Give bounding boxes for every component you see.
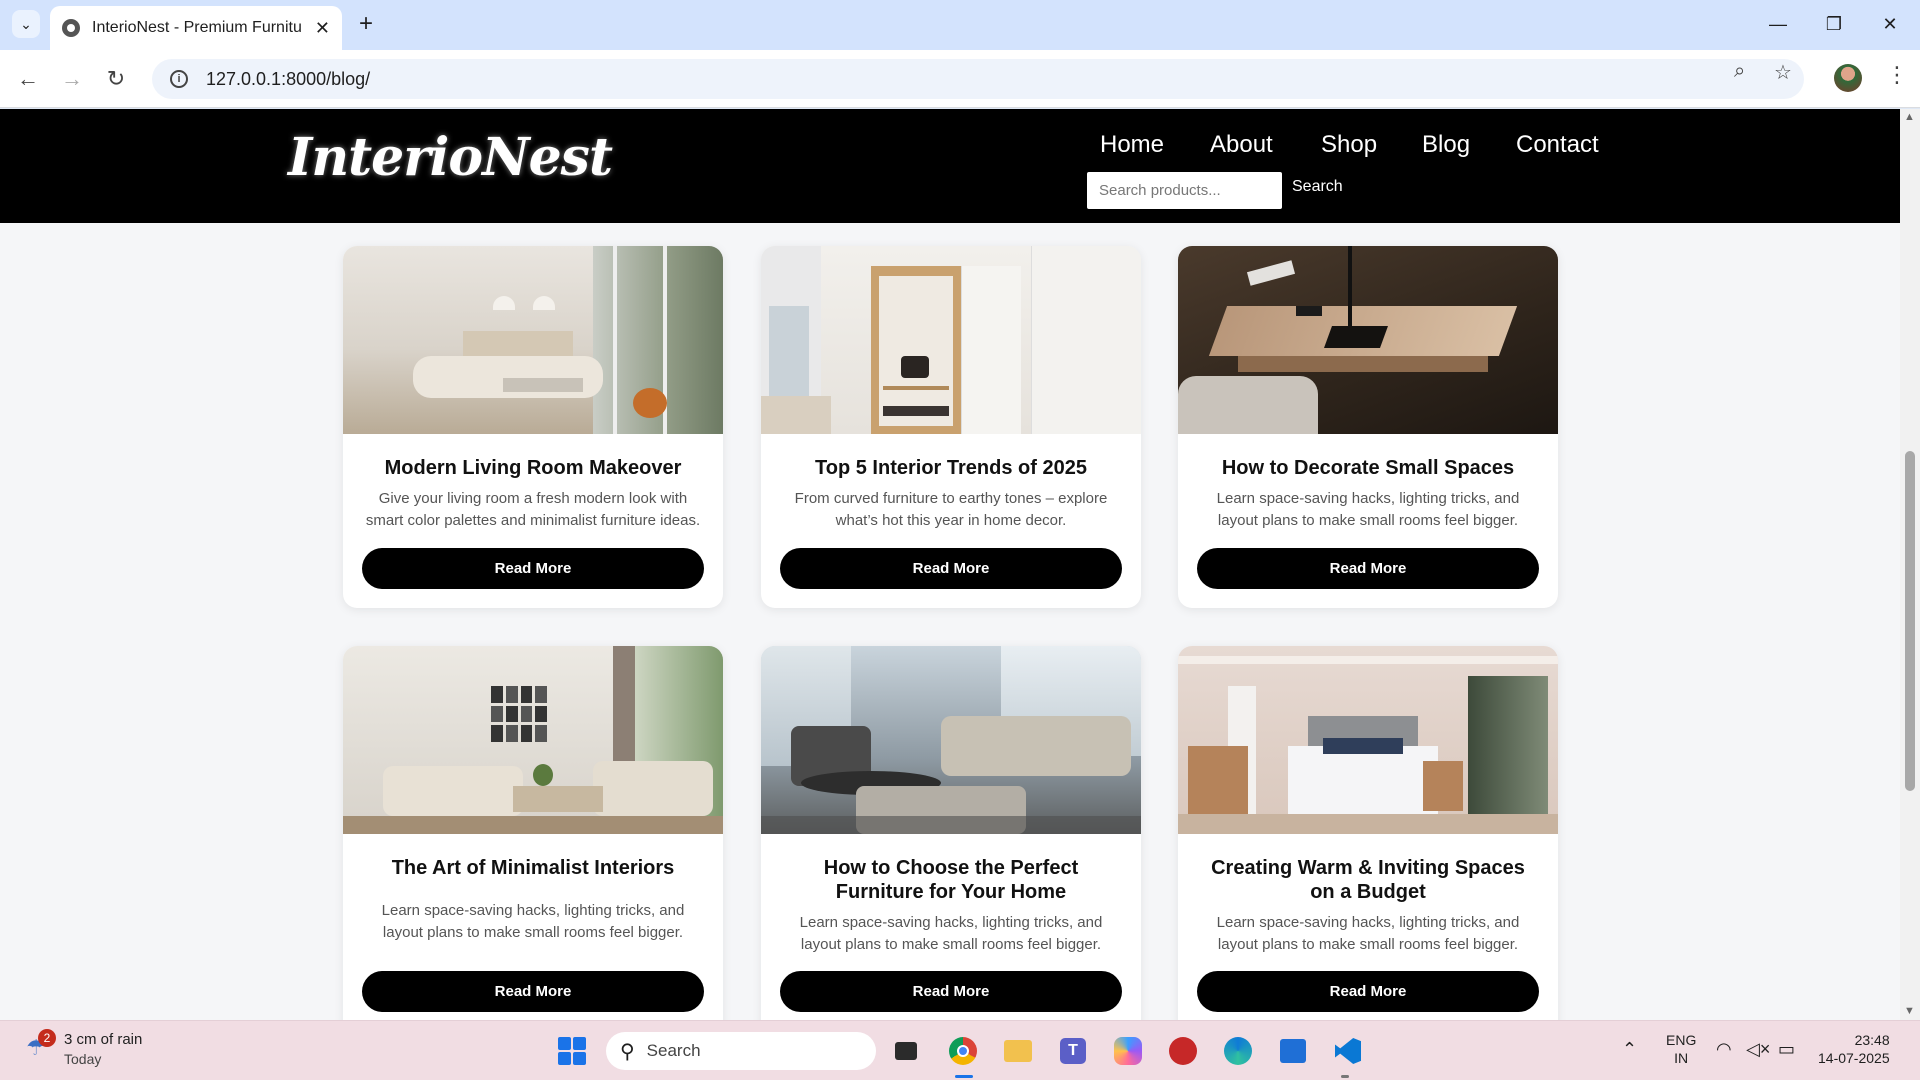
- system-clock[interactable]: 23:48 14-07-2025: [1818, 1031, 1890, 1067]
- globe-icon: [62, 19, 80, 37]
- read-more-button[interactable]: Read More: [362, 971, 704, 1012]
- url-text[interactable]: 127.0.0.1:8000/blog/: [206, 69, 370, 90]
- blog-title: The Art of Minimalist Interiors: [391, 857, 675, 879]
- edge-icon[interactable]: [1220, 1033, 1256, 1069]
- nav-shop[interactable]: Shop: [1321, 131, 1377, 159]
- nav-home[interactable]: Home: [1100, 131, 1164, 159]
- blog-image-bedside-lamp: [1178, 246, 1558, 434]
- nav-blog[interactable]: Blog: [1422, 131, 1470, 159]
- site-header: InterioNest Home About Shop Blog Contact…: [0, 109, 1900, 223]
- clock-date: 14-07-2025: [1818, 1050, 1890, 1066]
- weather-text[interactable]: 3 cm of rain: [64, 1031, 142, 1048]
- active-app-indicator: [955, 1075, 973, 1078]
- product-search-input[interactable]: [1087, 172, 1282, 209]
- blog-image-bedroom: [1178, 646, 1558, 834]
- read-more-button[interactable]: Read More: [362, 548, 704, 589]
- search-button[interactable]: Search: [1292, 178, 1343, 196]
- scroll-down-arrow-icon[interactable]: ▼: [1904, 1005, 1915, 1017]
- read-more-button[interactable]: Read More: [780, 548, 1122, 589]
- blog-title: How to Decorate Small Spaces: [1221, 457, 1515, 479]
- weather-subtext: Today: [64, 1051, 102, 1067]
- running-app-indicator: [1341, 1075, 1349, 1078]
- region-code: IN: [1674, 1050, 1689, 1066]
- close-tab-icon[interactable]: ✕: [315, 18, 330, 39]
- microsoft-store-icon[interactable]: [1275, 1033, 1311, 1069]
- blog-title: Modern Living Room Makeover: [384, 457, 682, 479]
- page-viewport: InterioNest Home About Shop Blog Contact…: [0, 109, 1900, 1020]
- blog-description: Learn space-saving hacks, lighting trick…: [1216, 914, 1520, 953]
- restore-icon[interactable]: ❐: [1806, 6, 1862, 42]
- chevron-up-icon[interactable]: ⌃: [1622, 1039, 1637, 1060]
- nav-about[interactable]: About: [1210, 131, 1273, 159]
- back-arrow-icon[interactable]: ←: [12, 63, 44, 95]
- file-explorer-icon[interactable]: [1000, 1033, 1036, 1069]
- nav-contact[interactable]: Contact: [1516, 131, 1599, 159]
- page-scrollbar[interactable]: ▲ ▼: [1900, 109, 1920, 1020]
- minimize-icon[interactable]: —: [1750, 6, 1806, 42]
- blog-title: How to Choose the Perfect Furniture for …: [823, 857, 1079, 903]
- blog-title: Creating Warm & Inviting Spaces on a Bud…: [1211, 857, 1525, 903]
- blog-description: Give your living room a fresh modern loo…: [365, 490, 701, 529]
- tab-title: InterioNest - Premium Furniture: [92, 19, 302, 36]
- site-logo[interactable]: InterioNest: [288, 127, 613, 188]
- address-bar[interactable]: i 127.0.0.1:8000/blog/: [152, 59, 1804, 99]
- browser-tab-active[interactable]: InterioNest - Premium Furniture ✕: [50, 6, 342, 50]
- blog-card: How to Choose the Perfect Furniture for …: [761, 646, 1141, 1020]
- security-app-icon[interactable]: [1165, 1033, 1201, 1069]
- volume-muted-icon[interactable]: ◁×: [1746, 1039, 1770, 1060]
- windows-start-icon[interactable]: [558, 1037, 586, 1065]
- blog-card: How to Decorate Small Spaces Learn space…: [1178, 246, 1558, 608]
- profile-avatar[interactable]: [1834, 64, 1862, 92]
- blog-description: Learn space-saving hacks, lighting trick…: [799, 914, 1103, 953]
- zoom-icon[interactable]: ⌕: [1734, 60, 1745, 83]
- copilot-icon[interactable]: [1110, 1033, 1146, 1069]
- read-more-button[interactable]: Read More: [1197, 548, 1539, 589]
- browser-menu-icon[interactable]: ⋮: [1886, 62, 1908, 88]
- forward-arrow-icon[interactable]: →: [56, 63, 88, 95]
- blog-image-wardrobe: [761, 246, 1141, 434]
- new-tab-icon[interactable]: +: [352, 10, 380, 38]
- scrollbar-thumb[interactable]: [1905, 451, 1915, 791]
- reload-icon[interactable]: ↻: [100, 63, 132, 95]
- browser-tabstrip: ⌄ InterioNest - Premium Furniture ✕ + — …: [0, 0, 1920, 50]
- vscode-icon[interactable]: [1330, 1033, 1366, 1069]
- close-window-icon[interactable]: ✕: [1862, 6, 1918, 42]
- site-info-icon[interactable]: i: [170, 70, 188, 88]
- blog-image-minimalist-living: [343, 646, 723, 834]
- notification-badge: 2: [38, 1029, 56, 1047]
- blog-card: Modern Living Room Makeover Give your li…: [343, 246, 723, 608]
- read-more-button[interactable]: Read More: [1197, 971, 1539, 1012]
- blog-description: Learn space-saving hacks, lighting trick…: [381, 902, 685, 941]
- clock-time: 23:48: [1854, 1032, 1890, 1048]
- blog-description: From curved furniture to earthy tones – …: [794, 490, 1108, 529]
- blog-description: Learn space-saving hacks, lighting trick…: [1216, 490, 1520, 529]
- language-code: ENG: [1666, 1032, 1697, 1048]
- chrome-icon[interactable]: [945, 1033, 981, 1069]
- read-more-button[interactable]: Read More: [780, 971, 1122, 1012]
- blog-card: Creating Warm & Inviting Spaces on a Bud…: [1178, 646, 1558, 1020]
- os-taskbar: ☂ 2 3 cm of rain Today ⚲ Search T ⌃ ENG …: [0, 1020, 1920, 1080]
- teams-icon[interactable]: T: [1055, 1033, 1091, 1069]
- task-view-icon[interactable]: [888, 1033, 924, 1069]
- search-icon: ⚲: [620, 1040, 635, 1063]
- language-indicator[interactable]: ENG IN: [1666, 1031, 1696, 1067]
- blog-image-furniture-sofa: [761, 646, 1141, 834]
- taskbar-search-box[interactable]: ⚲ Search: [606, 1032, 876, 1070]
- wifi-icon[interactable]: ◠: [1716, 1039, 1732, 1060]
- blog-image-living-room: [343, 246, 723, 434]
- bookmark-star-icon[interactable]: ☆: [1774, 60, 1792, 85]
- blog-card: Top 5 Interior Trends of 2025 From curve…: [761, 246, 1141, 608]
- battery-icon[interactable]: ▭: [1778, 1039, 1795, 1060]
- blog-title: Top 5 Interior Trends of 2025: [815, 457, 1087, 479]
- scroll-up-arrow-icon[interactable]: ▲: [1904, 111, 1915, 123]
- blog-card: The Art of Minimalist Interiors Learn sp…: [343, 646, 723, 1020]
- tab-search-dropdown-icon[interactable]: ⌄: [12, 10, 40, 38]
- taskbar-search-label: Search: [646, 1041, 701, 1060]
- browser-toolbar: ← → ↻ i 127.0.0.1:8000/blog/ ⌕ ☆ ⋮: [0, 50, 1920, 108]
